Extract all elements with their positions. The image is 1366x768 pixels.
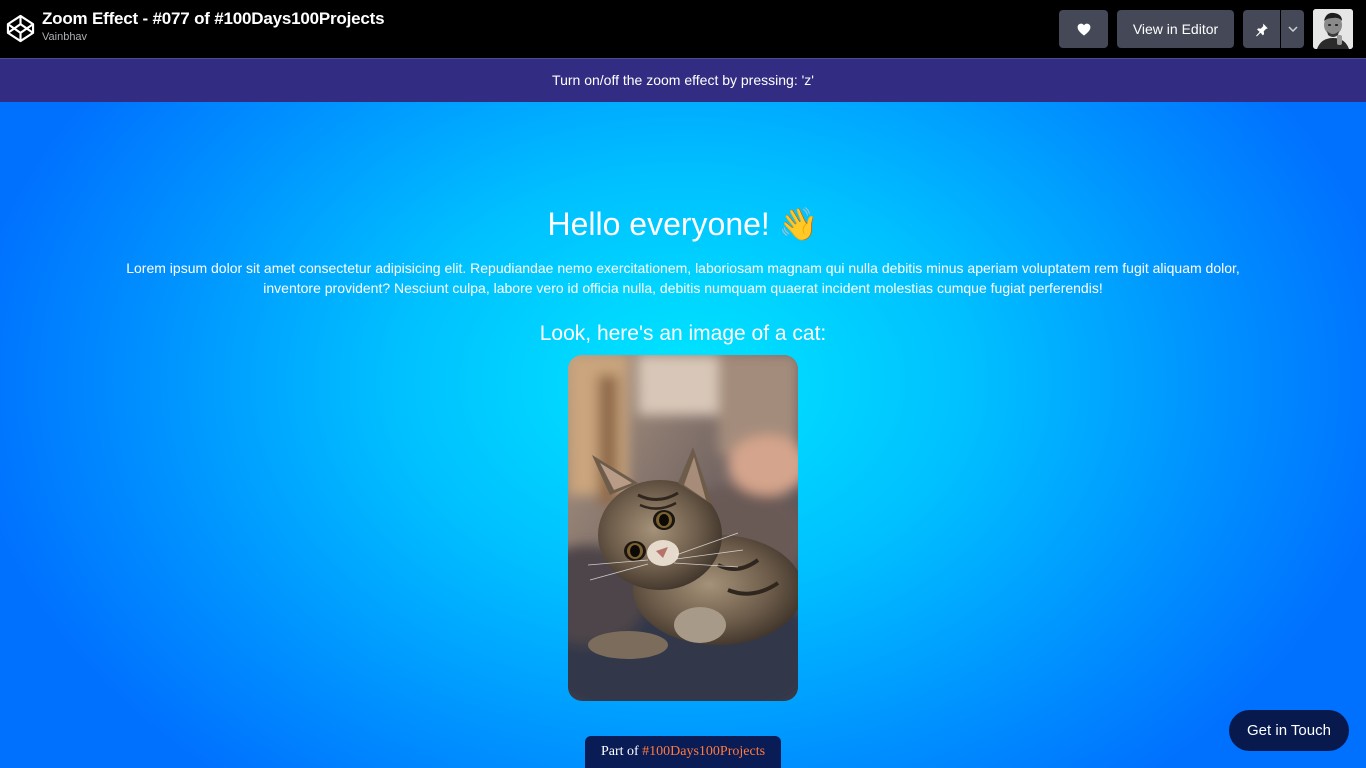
view-in-editor-button[interactable]: View in Editor: [1117, 10, 1234, 48]
intro-paragraph: Lorem ipsum dolor sit amet consectetur a…: [126, 260, 1240, 296]
cat-image[interactable]: [568, 355, 798, 701]
heart-icon: [1077, 23, 1090, 36]
heart-button[interactable]: [1059, 10, 1108, 48]
avatar-image: [1313, 9, 1353, 49]
cat-photo: [568, 355, 798, 701]
pen-author-link[interactable]: Vainbhav: [42, 30, 384, 44]
get-in-touch-button[interactable]: Get in Touch: [1229, 710, 1349, 751]
pin-dropdown-button[interactable]: [1281, 10, 1304, 48]
page-heading: Hello everyone! 👋: [547, 206, 819, 242]
pen-title-block: Zoom Effect - #077 of #100Days100Project…: [42, 8, 385, 44]
user-avatar[interactable]: [1313, 9, 1353, 49]
notice-bar: Turn on/off the zoom effect by pressing:…: [0, 58, 1366, 102]
top-header: Zoom Effect - #077 of #100Days100Project…: [0, 0, 1366, 58]
image-caption-heading: Look, here's an image of a cat:: [539, 322, 827, 345]
pen-title: Zoom Effect - #077 of #100Days100Project…: [42, 9, 385, 28]
main-content: Hello everyone! 👋 Lorem ipsum dolor sit …: [0, 102, 1366, 768]
project-series-badge: Part of #100Days100Projects: [585, 736, 781, 768]
codepen-logo-icon[interactable]: [6, 14, 35, 43]
chevron-down-icon: [1287, 26, 1298, 32]
pin-button[interactable]: [1243, 10, 1280, 48]
badge-prefix: Part of: [600, 744, 643, 759]
badge-hashtag-link[interactable]: #100Days100Projects: [642, 744, 765, 759]
pin-icon: [1255, 23, 1268, 36]
